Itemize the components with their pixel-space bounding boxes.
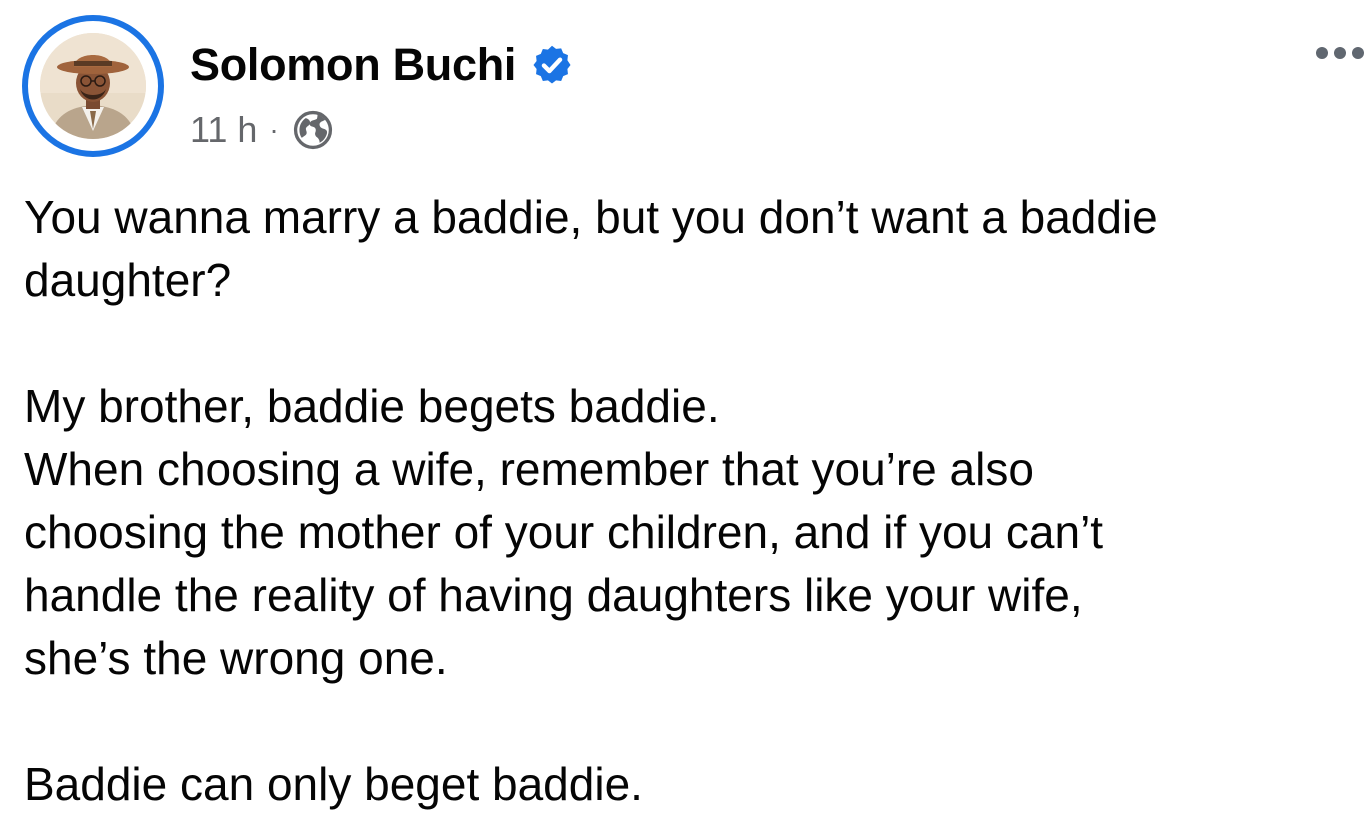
globe-icon[interactable] (291, 108, 335, 152)
post-meta: 11 h · (190, 108, 335, 152)
meta-separator: · (269, 114, 279, 145)
author-name-row: Solomon Buchi (190, 38, 574, 92)
post-timestamp[interactable]: 11 h (190, 108, 257, 152)
verified-badge-icon (530, 43, 574, 87)
more-dot-1 (1316, 47, 1328, 59)
post-paragraph-2: My brother, baddie begets baddie. When c… (24, 380, 1104, 684)
avatar-story-ring[interactable] (22, 15, 164, 157)
more-dot-3 (1352, 47, 1364, 59)
more-dot-2 (1334, 47, 1346, 59)
more-options-button[interactable] (1316, 38, 1366, 68)
author-name[interactable]: Solomon Buchi (190, 38, 516, 92)
avatar-photo (40, 33, 146, 139)
post-card: Solomon Buchi 11 h · You wanna marry a b… (0, 0, 1366, 827)
post-paragraph-3: Baddie can only beget baddie. (24, 758, 643, 810)
avatar[interactable] (40, 33, 146, 139)
post-paragraph-1: You wanna marry a baddie, but you don’t … (24, 191, 1158, 306)
post-text: You wanna marry a baddie, but you don’t … (24, 186, 1354, 816)
